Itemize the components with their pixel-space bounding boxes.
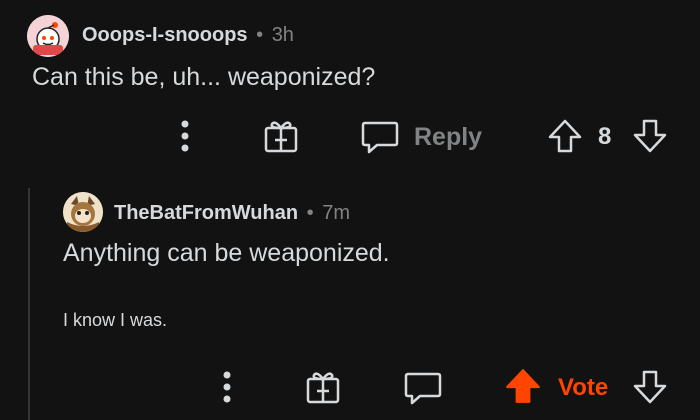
reply-timestamp: 7m	[322, 202, 351, 224]
more-vertical-icon	[223, 371, 231, 403]
comment-bubble-icon	[404, 372, 442, 405]
comment-username[interactable]: Ooops-I-snooops	[82, 24, 248, 46]
comment-timestamp: 3h	[271, 24, 294, 46]
reply-button[interactable]	[402, 367, 444, 409]
upvote-button[interactable]	[502, 365, 544, 407]
more-vertical-icon	[181, 120, 189, 152]
comment-bubble-icon	[361, 121, 399, 154]
award-button[interactable]	[261, 116, 301, 156]
meta-separator: •	[256, 24, 264, 46]
upvote-arrow-icon	[548, 119, 582, 153]
thread-indent-line[interactable]	[28, 188, 30, 420]
snoo-avatar-icon	[63, 192, 103, 232]
reply-username[interactable]: TheBatFromWuhan	[114, 202, 298, 224]
upvote-arrow-active-icon	[506, 369, 540, 403]
avatar[interactable]	[27, 15, 69, 57]
more-options-button[interactable]	[170, 118, 200, 154]
upvote-button[interactable]	[545, 116, 585, 156]
reply-label: Reply	[414, 122, 483, 151]
meta-separator: •	[306, 202, 314, 224]
vote-label: Vote	[558, 374, 609, 401]
downvote-button[interactable]	[630, 116, 670, 156]
gift-award-icon	[306, 372, 340, 404]
reply-subtext: I know I was.	[63, 310, 168, 330]
vote-count: 8	[598, 123, 612, 150]
snoo-avatar-icon	[27, 15, 69, 57]
downvote-arrow-icon	[633, 119, 667, 153]
comment-text: Can this be, uh... weaponized?	[32, 63, 376, 91]
reply-button[interactable]: Reply	[360, 116, 485, 158]
downvote-button[interactable]	[630, 367, 670, 407]
more-options-button[interactable]	[212, 369, 242, 405]
avatar[interactable]	[63, 192, 103, 232]
award-button[interactable]	[303, 367, 343, 407]
gift-award-icon	[264, 121, 298, 153]
reply-text: Anything can be weaponized.	[63, 239, 390, 267]
downvote-arrow-icon	[633, 370, 667, 404]
